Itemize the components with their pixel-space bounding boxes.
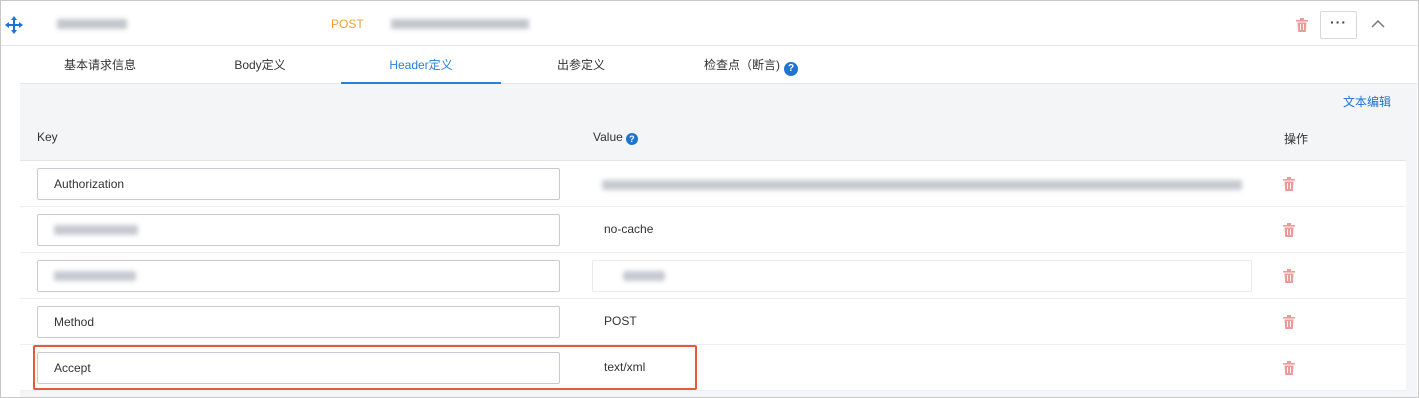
tab-body[interactable]: Body定义	[180, 47, 340, 84]
question-circle-icon[interactable]: ?	[784, 62, 798, 76]
column-header-value-label: Value	[593, 130, 623, 144]
value-redacted	[623, 271, 665, 281]
chevron-up-icon[interactable]	[1370, 17, 1386, 31]
http-method-label: POST	[331, 17, 364, 31]
tab-label: 检查点（断言)	[704, 58, 780, 72]
tab-output-params[interactable]: 出参定义	[501, 47, 661, 84]
tab-label: Body定义	[234, 58, 286, 72]
text-edit-link[interactable]: 文本编辑	[1343, 93, 1391, 110]
left-gutter	[1, 47, 20, 397]
move-arrows-icon[interactable]	[5, 16, 23, 34]
value-text[interactable]: no-cache	[604, 222, 653, 236]
api-step-header: POST ···	[1, 1, 1417, 46]
key-input[interactable]: Authorization	[37, 168, 560, 200]
question-circle-icon[interactable]: ?	[625, 133, 638, 145]
column-header-value: Value?	[593, 130, 638, 145]
key-input[interactable]	[37, 260, 560, 292]
tab-label: Header定义	[389, 58, 453, 72]
trash-icon[interactable]	[1283, 361, 1295, 375]
trash-icon[interactable]	[1283, 177, 1295, 191]
column-header-actions: 操作	[1284, 132, 1309, 146]
tab-header[interactable]: Header定义	[341, 47, 501, 84]
table-row: Accept text/xml	[20, 345, 1406, 391]
step-tabs: 基本请求信息 Body定义 Header定义 出参定义 检查点（断言)?	[20, 47, 1417, 84]
key-input[interactable]: Accept	[37, 352, 560, 384]
value-input[interactable]	[592, 260, 1252, 292]
api-url-redacted	[391, 19, 529, 29]
header-params-table: Key Value? 操作 Authorization no-cache Met…	[20, 115, 1406, 391]
key-redacted	[54, 225, 138, 235]
value-redacted	[602, 180, 1242, 190]
trash-icon[interactable]	[1283, 223, 1295, 237]
value-text[interactable]: text/xml	[604, 360, 645, 374]
table-row: no-cache	[20, 207, 1406, 253]
more-actions-button[interactable]: ···	[1320, 11, 1357, 39]
tab-label: 出参定义	[556, 58, 605, 72]
trash-icon[interactable]	[1283, 315, 1295, 329]
value-text[interactable]: POST	[604, 314, 637, 328]
tab-basic-request[interactable]: 基本请求信息	[20, 47, 180, 84]
table-row	[20, 253, 1406, 299]
key-input[interactable]: Method	[37, 306, 560, 338]
api-name-redacted	[57, 19, 127, 29]
column-header-key: Key	[37, 130, 58, 144]
table-row: Authorization	[20, 161, 1406, 207]
trash-icon[interactable]	[1296, 18, 1308, 32]
more-button-label: ···	[1330, 14, 1347, 30]
tab-checkpoint[interactable]: 检查点（断言)?	[661, 47, 841, 84]
table-row: Method POST	[20, 299, 1406, 345]
tab-label: 基本请求信息	[63, 58, 136, 72]
key-input[interactable]	[37, 214, 560, 246]
key-redacted	[54, 271, 136, 281]
trash-icon[interactable]	[1283, 269, 1295, 283]
table-header: Key Value? 操作	[20, 115, 1406, 161]
